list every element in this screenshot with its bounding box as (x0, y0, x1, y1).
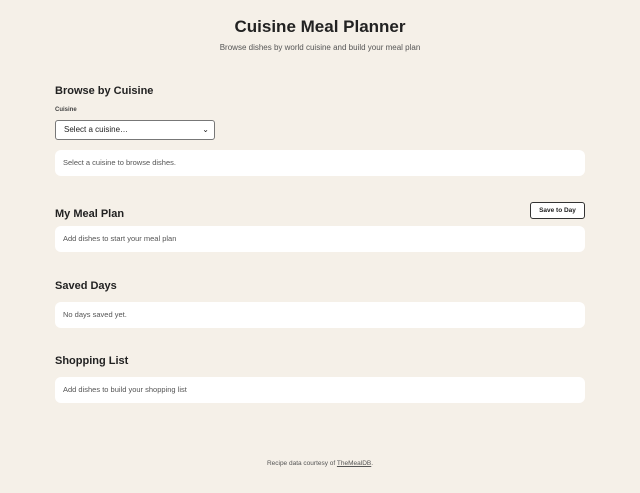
footer-suffix: . (371, 460, 374, 467)
page-subtitle: Browse dishes by world cuisine and build… (219, 43, 421, 52)
meal-plan-section-title: My Meal Plan (55, 208, 125, 220)
cuisine-label: Cuisine (55, 107, 77, 113)
footer-prefix: Recipe data courtesy of (266, 460, 337, 467)
shopping-list-empty-card: Add dishes to build your shopping list (55, 377, 585, 403)
saved-days-section-title: Saved Days (55, 280, 117, 292)
save-to-day-button[interactable]: Save to Day (530, 202, 585, 219)
shopping-list-section-title: Shopping List (55, 355, 129, 367)
page-title: Cuisine Meal Planner (234, 17, 406, 36)
meal-plan-empty-card: Add dishes to start your meal plan (55, 226, 585, 252)
footer: Recipe data courtesy of TheMealDB. (0, 460, 640, 467)
chevron-down-icon: ⌄ (202, 125, 209, 134)
cuisine-select-value: Select a cuisine… (64, 125, 129, 134)
browse-section-title: Browse by Cuisine (55, 85, 154, 97)
saved-days-empty-card: No days saved yet. (55, 302, 585, 328)
cuisine-select[interactable]: Select a cuisine… ⌄ (55, 120, 215, 140)
dishes-empty-card: Select a cuisine to browse dishes. (55, 150, 585, 176)
themealdb-link[interactable]: TheMealDB (337, 460, 371, 467)
